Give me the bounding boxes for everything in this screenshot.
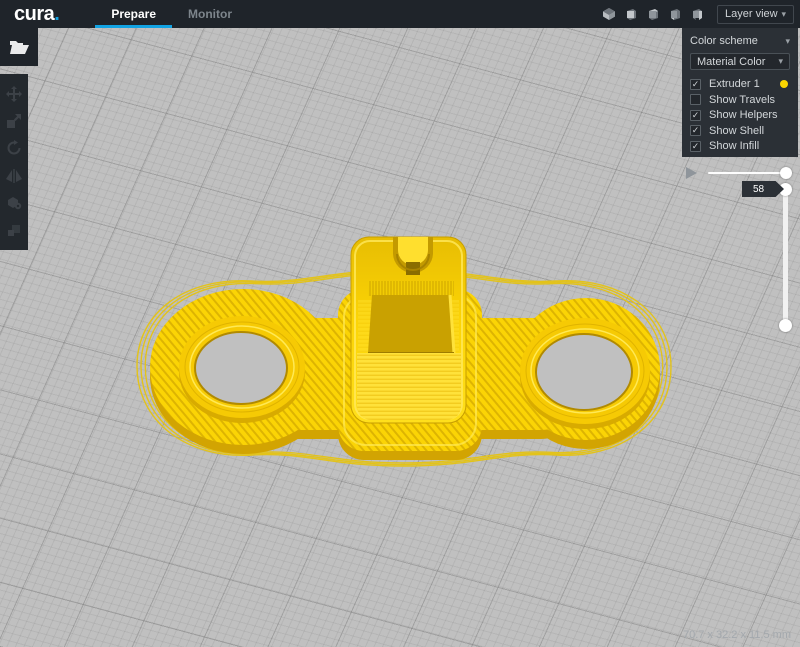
mirror-tool-button[interactable] xyxy=(4,166,24,186)
layer-slider-track[interactable] xyxy=(783,189,788,326)
color-scheme-value: Material Color xyxy=(697,56,765,68)
tab-prepare[interactable]: Prepare xyxy=(95,0,172,28)
tool-strip xyxy=(0,74,28,250)
cura-logo-text: cura xyxy=(14,3,54,26)
color-scheme-header[interactable]: Color scheme ▾ xyxy=(690,35,790,47)
model-left-ring xyxy=(179,316,305,423)
cura-logo-dot: . xyxy=(54,3,59,26)
cura-app: cura. Prepare Monitor Layer view ▾ xyxy=(0,0,800,647)
open-file-button[interactable] xyxy=(0,28,38,66)
chevron-down-icon: ▾ xyxy=(778,56,783,67)
layer-view-options: ✓ Extruder 1 Show Travels ✓ Show Helpers… xyxy=(690,78,790,152)
per-model-settings-tool-button[interactable] xyxy=(4,193,24,213)
tab-monitor[interactable]: Monitor xyxy=(172,0,248,28)
cura-logo: cura. xyxy=(14,0,59,28)
scale-tool-button[interactable] xyxy=(4,111,24,131)
show-shell-checkbox[interactable]: ✓ xyxy=(690,125,701,136)
extruder-1-color-swatch xyxy=(780,80,788,88)
model[interactable] xyxy=(137,237,671,466)
chevron-down-icon: ▾ xyxy=(781,9,786,20)
open-folder-icon xyxy=(9,39,30,55)
support-blocker-tool-button[interactable] xyxy=(4,220,24,240)
option-show-travels: Show Travels xyxy=(690,94,790,106)
view-mode-dropdown[interactable]: Layer view ▾ xyxy=(717,5,794,24)
model-center-box xyxy=(351,237,466,423)
extruder-1-checkbox[interactable]: ✓ xyxy=(690,79,701,90)
view-front-icon[interactable] xyxy=(623,7,638,22)
sliced-model-view xyxy=(0,28,800,647)
view-left-icon[interactable] xyxy=(667,7,682,22)
color-scheme-label: Color scheme xyxy=(690,35,758,47)
simulation-slider-track[interactable] xyxy=(708,172,786,174)
layer-number-badge: 58 xyxy=(742,181,784,197)
simulation-slider-handle[interactable] xyxy=(780,167,792,179)
camera-view-controls: Layer view ▾ xyxy=(601,0,800,28)
layer-slider-bottom-handle[interactable] xyxy=(779,319,792,332)
show-travels-checkbox[interactable] xyxy=(690,94,701,105)
show-shell-label: Show Shell xyxy=(709,125,764,137)
view-right-icon[interactable] xyxy=(689,7,704,22)
show-travels-label: Show Travels xyxy=(709,94,775,106)
model-dimensions-label: 70.7 x 32.2 x 11.5 mm xyxy=(683,629,791,641)
rotate-tool-button[interactable] xyxy=(4,138,24,158)
option-show-shell: ✓ Show Shell xyxy=(690,125,790,137)
layer-view-panel: Color scheme ▾ Material Color ▾ ✓ Extrud… xyxy=(682,28,798,157)
view-top-icon[interactable] xyxy=(645,7,660,22)
option-show-helpers: ✓ Show Helpers xyxy=(690,109,790,121)
show-infill-label: Show Infill xyxy=(709,140,759,152)
show-helpers-checkbox[interactable]: ✓ xyxy=(690,110,701,121)
top-bar: cura. Prepare Monitor Layer view ▾ xyxy=(0,0,800,28)
simulation-play-icon[interactable] xyxy=(686,167,697,179)
extruder-1-label: Extruder 1 xyxy=(709,78,760,90)
model-right-ring xyxy=(520,318,650,429)
color-scheme-dropdown[interactable]: Material Color ▾ xyxy=(690,53,790,70)
option-extruder-1: ✓ Extruder 1 xyxy=(690,78,790,90)
show-infill-checkbox[interactable]: ✓ xyxy=(690,141,701,152)
view-3d-icon[interactable] xyxy=(601,7,616,22)
option-show-infill: ✓ Show Infill xyxy=(690,140,790,152)
show-helpers-label: Show Helpers xyxy=(709,109,777,121)
view-mode-value: Layer view xyxy=(725,8,778,20)
chevron-down-icon: ▾ xyxy=(785,36,790,47)
stage-tabs: Prepare Monitor xyxy=(95,0,248,28)
move-tool-button[interactable] xyxy=(4,84,24,104)
